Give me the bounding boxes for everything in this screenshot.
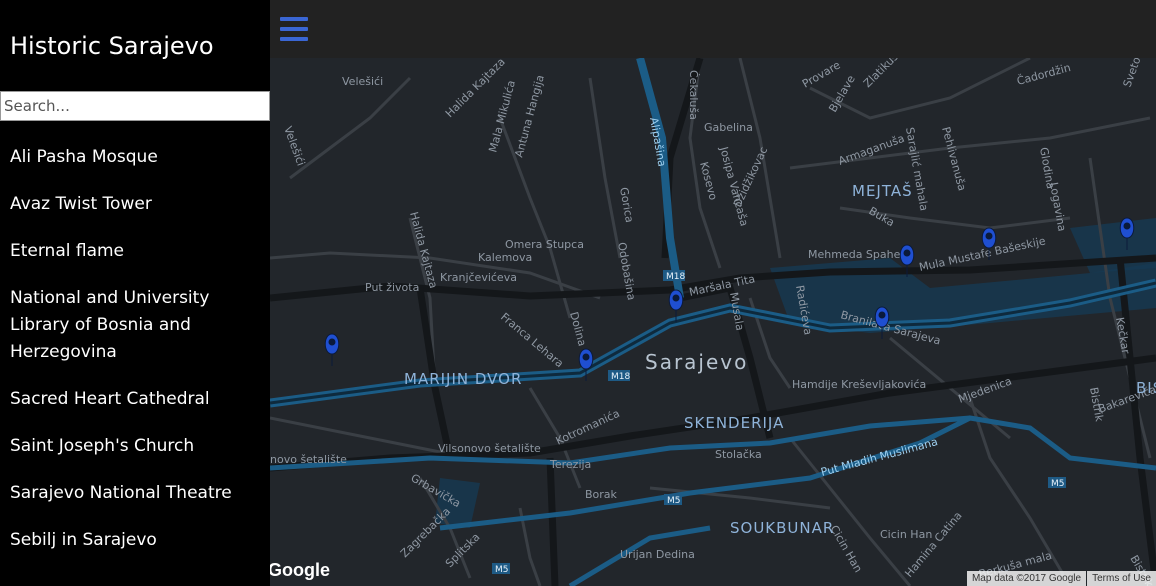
svg-text:Gorica: Gorica [617, 186, 636, 223]
svg-text:Kosevo: Kosevo [697, 160, 720, 201]
svg-text:MARIJIN DVOR: MARIJIN DVOR [404, 370, 522, 388]
place-item-sacred-heart-cathedral[interactable]: Sacred Heart Cathedral [0, 380, 270, 427]
map-canvas[interactable]: Velešići Velešići Halida Kajtaza Mala Mi… [270, 58, 1156, 586]
place-item-saint-josephs-church[interactable]: Saint Joseph's Church [0, 427, 270, 474]
svg-text:SKENDERIJA: SKENDERIJA [684, 414, 784, 432]
svg-text:Omera Stupca: Omera Stupca [505, 238, 584, 251]
svg-text:Dolina: Dolina [567, 310, 589, 347]
svg-text:Stolačka: Stolačka [715, 448, 762, 461]
place-item-national-theatre[interactable]: Sarajevo National Theatre [0, 474, 270, 521]
svg-text:Gabelina: Gabelina [704, 121, 753, 134]
svg-text:Pehlivanuša: Pehlivanuša [939, 125, 969, 192]
map-attribution: Map data ©2017 Google Terms of Use [966, 571, 1156, 586]
svg-text:MEJTAŠ: MEJTAŠ [852, 181, 913, 200]
svg-text:Cicin Han: Cicin Han [880, 528, 932, 541]
svg-text:Mehmeda Spahe: Mehmeda Spahe [808, 248, 901, 261]
hamburger-line [280, 17, 308, 21]
city-label: Sarajevo [645, 350, 748, 374]
svg-text:Put života: Put života [365, 281, 419, 294]
svg-text:M18: M18 [611, 372, 630, 382]
svg-text:BIS: BIS [1136, 379, 1156, 397]
place-item-national-library[interactable]: National and University Library of Bosni… [0, 279, 270, 380]
svg-text:Alipašina: Alipašina [647, 116, 668, 167]
svg-text:Franca Lehara: Franca Lehara [498, 310, 566, 370]
svg-text:Antuna Hangija: Antuna Hangija [512, 73, 547, 158]
svg-text:M5: M5 [495, 565, 509, 575]
svg-text:Provare: Provare [800, 58, 843, 90]
hamburger-menu-icon[interactable] [280, 17, 308, 41]
header-bar [270, 0, 1156, 58]
svg-text:Borak: Borak [585, 488, 618, 501]
svg-text:Terezija: Terezija [549, 458, 591, 471]
place-item-sebilj[interactable]: Sebilj in Sarajevo [0, 521, 270, 568]
sidebar: Historic Sarajevo Ali Pasha Mosque Avaz … [0, 0, 270, 586]
terms-link[interactable]: Terms of Use [1087, 571, 1156, 586]
svg-text:Buka: Buka [867, 204, 897, 229]
svg-text:Logavina: Logavina [1047, 181, 1068, 232]
svg-text:Urijan Dedina: Urijan Dedina [620, 548, 695, 561]
google-logo[interactable]: Google [270, 560, 330, 581]
svg-text:Velešići: Velešići [342, 75, 383, 88]
svg-text:Kranjčevićeva: Kranjčevićeva [440, 271, 517, 284]
place-item-eternal-flame[interactable]: Eternal flame [0, 232, 270, 279]
svg-text:Čadordžin: Čadordžin [1015, 61, 1072, 88]
svg-text:Velešići: Velešići [281, 125, 307, 168]
svg-text:Vilsonovo šetalište: Vilsonovo šetalište [438, 442, 541, 455]
svg-text:Ćekaluša: Ćekaluša [687, 70, 700, 120]
svg-text:Armaganuša: Armaganuša [837, 132, 907, 168]
place-item-ali-pasha-mosque[interactable]: Ali Pasha Mosque [0, 138, 270, 185]
svg-text:Put Mladih Muslimana: Put Mladih Muslimana [819, 435, 939, 479]
svg-text:Maršala Tita: Maršala Tita [688, 272, 756, 299]
hamburger-line [280, 37, 308, 41]
map-graphics: Velešići Velešići Halida Kajtaza Mala Mi… [270, 58, 1156, 586]
svg-text:M18: M18 [666, 272, 685, 282]
app-title: Historic Sarajevo [10, 32, 214, 60]
search-input[interactable] [0, 91, 270, 121]
map-marker [324, 333, 340, 366]
svg-text:Hamina Catina: Hamina Catina [902, 509, 964, 580]
svg-text:M5: M5 [667, 496, 681, 506]
hamburger-line [280, 27, 308, 31]
places-list: Ali Pasha Mosque Avaz Twist Tower Eterna… [0, 138, 270, 568]
svg-text:SOUKBUNAR: SOUKBUNAR [730, 519, 834, 537]
svg-text:Mala Mikulića: Mala Mikulića [486, 79, 518, 154]
svg-text:Splitska: Splitska [443, 530, 483, 570]
map-data-text: Map data ©2017 Google [966, 571, 1087, 586]
place-item-avaz-twist-tower[interactable]: Avaz Twist Tower [0, 185, 270, 232]
svg-text:Kalemova: Kalemova [478, 251, 532, 264]
minor-streets [270, 58, 1152, 586]
svg-text:Zagrebačka: Zagrebačka [398, 505, 453, 560]
svg-text:Zlatikuša: Zlatikuša [861, 58, 906, 90]
svg-text:M5: M5 [1051, 479, 1065, 489]
svg-text:Hamdije Kreševljakovića: Hamdije Kreševljakovića [792, 378, 926, 391]
svg-text:Svetog Baščaršije: Svetog Baščaršije [1121, 58, 1156, 89]
svg-text:novo šetalište: novo šetalište [270, 453, 347, 466]
map-marker [874, 306, 890, 339]
